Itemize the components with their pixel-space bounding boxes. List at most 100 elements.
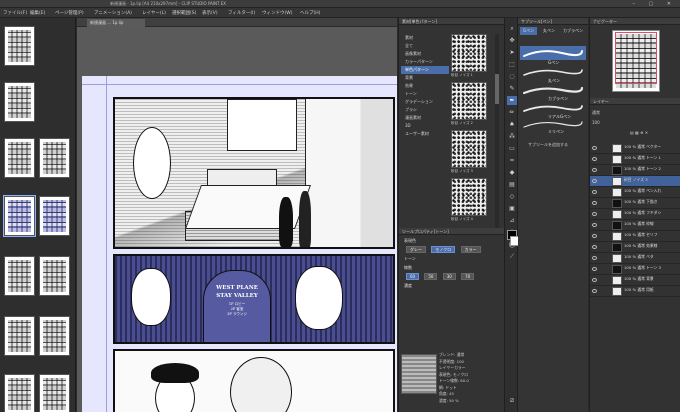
eye-icon[interactable]: [592, 168, 597, 172]
tree-item[interactable]: 全て: [401, 42, 449, 50]
tree-item[interactable]: トーン: [401, 90, 449, 98]
page-thumbnail[interactable]: [4, 316, 35, 356]
page-thumbnail[interactable]: [39, 256, 70, 296]
tree-item[interactable]: 素材: [401, 34, 449, 42]
eye-icon[interactable]: [592, 278, 597, 282]
menu-file[interactable]: ファイル(F): [3, 10, 27, 16]
layer-row[interactable]: 100 % 通常 トーン 3: [590, 264, 680, 275]
menu-window[interactable]: ウィンドウ(W): [262, 10, 292, 16]
gradient-tool-icon[interactable]: ▤: [507, 180, 517, 189]
ruler-tool-icon[interactable]: ⊿: [507, 216, 517, 225]
eye-icon[interactable]: [592, 234, 597, 238]
eye-icon[interactable]: [592, 289, 597, 293]
tree-item[interactable]: 漫画素材: [401, 114, 449, 122]
eye-icon[interactable]: [592, 212, 597, 216]
eraser-tool-icon[interactable]: ▭: [507, 144, 517, 153]
layer-row-selected[interactable]: 砂目 ノイズ 3: [590, 176, 680, 187]
eye-icon[interactable]: [592, 157, 597, 161]
fill-tool-icon[interactable]: ◆: [507, 168, 517, 177]
value-option[interactable]: 30: [442, 273, 456, 280]
gray-button[interactable]: グレー: [406, 246, 426, 253]
blend-mode-select[interactable]: 通常: [592, 110, 600, 116]
menu-filter[interactable]: フィルター(I): [228, 10, 255, 16]
layer-row[interactable]: 100 % 通常 背景: [590, 275, 680, 286]
brush-stroke-preview[interactable]: [522, 84, 584, 96]
window-controls[interactable]: – ▢ ✕: [632, 1, 677, 7]
eye-icon[interactable]: [592, 256, 597, 260]
eye-icon[interactable]: [592, 223, 597, 227]
value-option[interactable]: 60: [406, 273, 420, 280]
move-tool-icon[interactable]: ✥: [507, 36, 517, 45]
page-thumbnail-selected[interactable]: [3, 195, 36, 237]
layer-row[interactable]: 100 % 通常 用紙: [590, 286, 680, 297]
layer-row[interactable]: 100 % 通常 ベクター: [590, 143, 680, 154]
page-thumbnail[interactable]: [39, 374, 70, 412]
brush-stroke-preview[interactable]: [522, 47, 584, 59]
eye-icon[interactable]: [592, 179, 597, 183]
layer-row[interactable]: 100 % 通常 効果線: [590, 242, 680, 253]
value-option[interactable]: 70: [461, 273, 475, 280]
menu-help[interactable]: ヘルプ(H): [300, 10, 320, 16]
mono-button[interactable]: モノクロ: [431, 246, 456, 253]
page-thumbnail[interactable]: [4, 138, 35, 178]
zoom-tool-icon[interactable]: ⌕: [507, 24, 517, 33]
page-thumbnail[interactable]: [39, 316, 70, 356]
page-thumbnail[interactable]: [4, 256, 35, 296]
color-button[interactable]: カラー: [460, 246, 481, 253]
material-scrollbar[interactable]: [495, 34, 499, 230]
layer-row[interactable]: 100 % 通常 ベタ: [590, 253, 680, 264]
pencil-tool-icon[interactable]: ✏: [507, 108, 517, 117]
tree-item[interactable]: 背景: [401, 74, 449, 82]
layer-row[interactable]: 100 % 通常 枠線: [590, 220, 680, 231]
layer-row[interactable]: 100 % 通常 セリフ: [590, 231, 680, 242]
brush-tool-icon[interactable]: ♠: [507, 120, 517, 129]
eye-icon[interactable]: [592, 267, 597, 271]
layer-row[interactable]: 100 % 通常 トーン 1: [590, 154, 680, 165]
canvas-tab[interactable]: 新規漫画 ... 1p.lip: [87, 19, 145, 27]
brush-tab[interactable]: 丸ペン: [540, 27, 558, 35]
eye-icon[interactable]: [592, 201, 597, 205]
page-thumbnail[interactable]: [4, 374, 35, 412]
material-thumbnail[interactable]: [451, 178, 487, 216]
brush-stroke-preview[interactable]: [522, 66, 584, 78]
eye-icon[interactable]: [592, 146, 597, 150]
navigator-preview[interactable]: [612, 30, 660, 92]
brush-stroke-preview[interactable]: [522, 102, 584, 114]
layer-row[interactable]: 100 % 通常 ペン入れ: [590, 187, 680, 198]
menu-page[interactable]: ページ管理(P): [55, 10, 84, 16]
tree-item[interactable]: 3D: [401, 122, 449, 130]
opacity-value[interactable]: 100: [592, 120, 600, 125]
manga-page[interactable]: WEST PLANE STAY VALLEY 1F ロビー 2F 客室 3F ラ…: [82, 76, 397, 412]
page-thumbnail[interactable]: [4, 26, 35, 66]
tree-item[interactable]: カラーパターン: [401, 58, 449, 66]
tree-item-selected[interactable]: 単色パターン: [401, 66, 449, 74]
menu-layer[interactable]: レイヤー(L): [142, 10, 166, 16]
operation-tool-icon[interactable]: ➤: [507, 48, 517, 57]
page-thumbnail[interactable]: [4, 82, 35, 122]
airbrush-tool-icon[interactable]: ⁂: [507, 132, 517, 141]
pen-tool-icon[interactable]: ✒: [507, 96, 517, 105]
tree-item[interactable]: 効果: [401, 82, 449, 90]
tree-item[interactable]: 画像素材: [401, 50, 449, 58]
menu-edit[interactable]: 編集(E): [30, 10, 45, 16]
material-thumbnail[interactable]: [451, 130, 487, 168]
layer-row[interactable]: 100 % 通常 トーン 2: [590, 165, 680, 176]
line-tool-icon[interactable]: ⟋: [507, 252, 517, 261]
transparent-color-icon[interactable]: ⧄: [507, 396, 517, 405]
selection-tool-icon[interactable]: ⬚: [507, 60, 517, 69]
page-thumbnail[interactable]: [39, 138, 70, 178]
brush-tab[interactable]: カブラペン: [560, 27, 586, 35]
add-subtool-button[interactable]: サブツールを追加する: [528, 142, 568, 148]
page-thumbnail[interactable]: [39, 196, 70, 236]
layer-row[interactable]: 100 % 通常 フキダシ: [590, 209, 680, 220]
material-thumbnail[interactable]: [451, 34, 487, 72]
brush-tab[interactable]: Gペン: [520, 27, 538, 35]
frame-tool-icon[interactable]: ▣: [507, 204, 517, 213]
canvas-area[interactable]: 新規漫画 ... 1p.lip WEST PLANE STAY VALLEY 1…: [77, 18, 397, 412]
lasso-tool-icon[interactable]: ◌: [507, 72, 517, 81]
figure-tool-icon[interactable]: ◇: [507, 192, 517, 201]
material-thumbnail[interactable]: [451, 82, 487, 120]
eye-icon[interactable]: [592, 190, 597, 194]
blend-tool-icon[interactable]: ≈: [507, 156, 517, 165]
eye-icon[interactable]: [592, 245, 597, 249]
